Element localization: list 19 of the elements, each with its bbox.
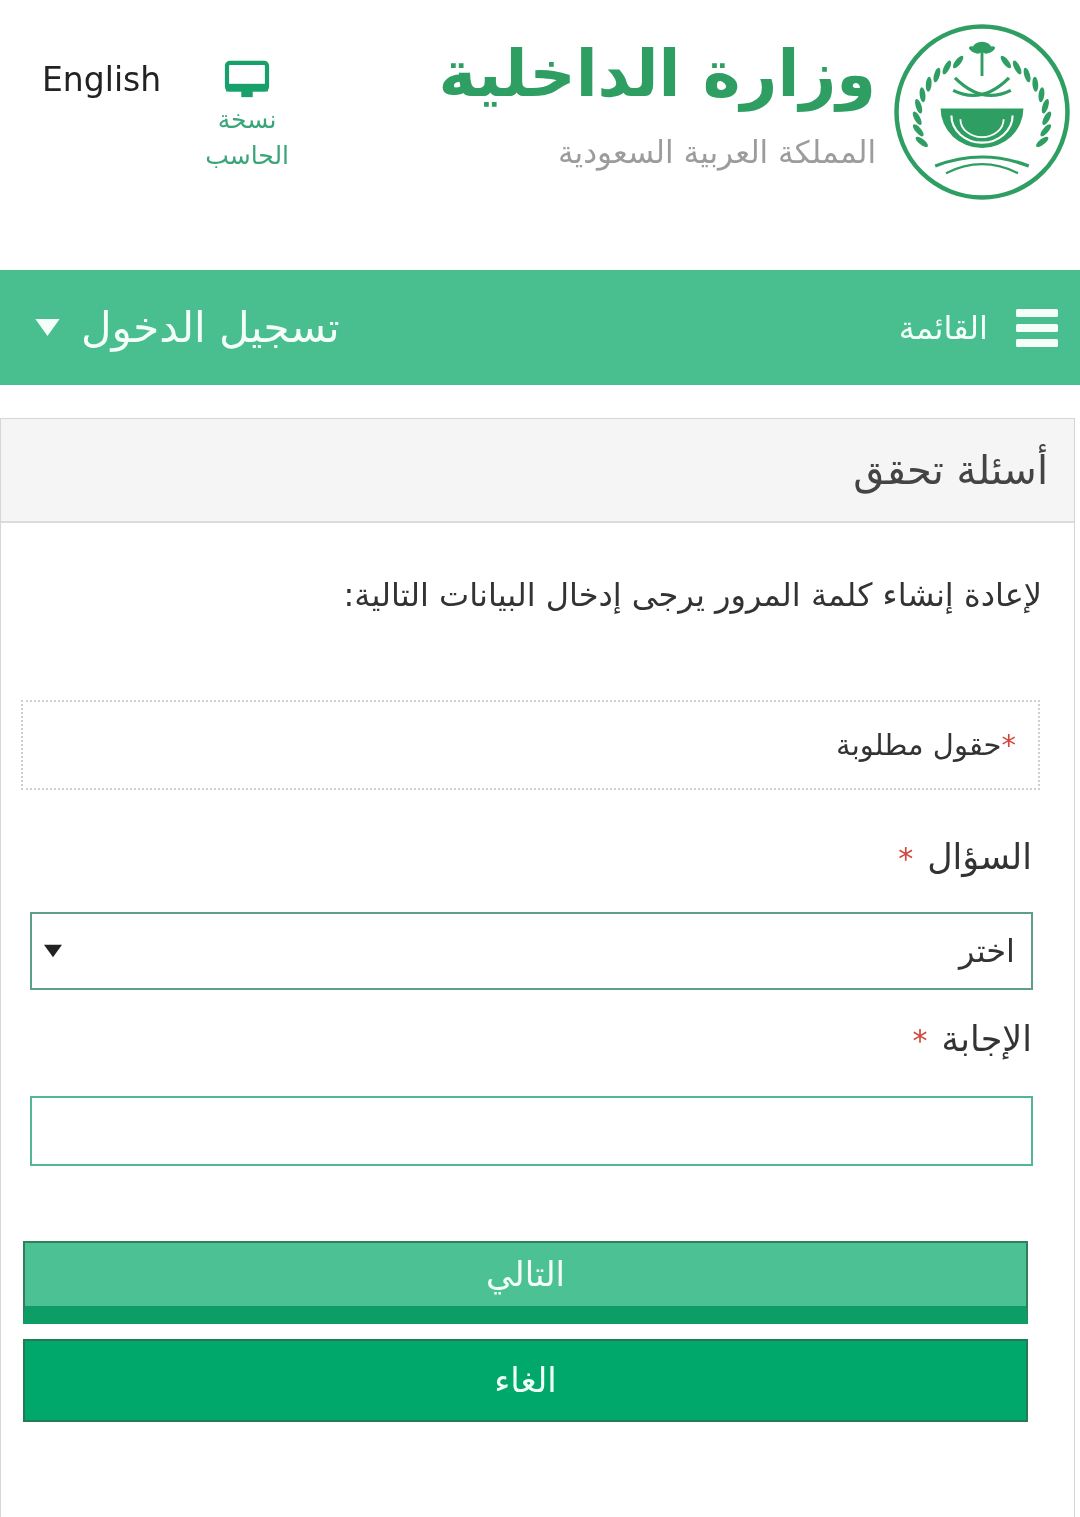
menu-icon xyxy=(1016,308,1058,347)
instruction-text: لإعادة إنشاء كلمة المرور يرجى إدخال البيانات التالية: xyxy=(343,575,1042,615)
login-dropdown[interactable]: تسجيل الدخول xyxy=(34,296,340,359)
answer-field[interactable] xyxy=(30,1096,1033,1166)
monitor-icon xyxy=(224,60,271,100)
field-label: السؤال * xyxy=(898,836,1032,880)
field-label: الإجابة * xyxy=(912,1018,1032,1062)
caret-icon xyxy=(34,319,61,336)
required-fields-note: * حقول مطلوبة xyxy=(836,727,1016,763)
question-select[interactable]: اختر xyxy=(30,912,1033,990)
dropdown-arrow-icon xyxy=(44,944,62,958)
english-language-link[interactable]: English xyxy=(42,60,162,100)
cancel-button[interactable]: الغاء xyxy=(23,1339,1028,1422)
menu-button[interactable]: القائمة xyxy=(898,303,1058,352)
country-name: المملكة العربية السعودية xyxy=(557,133,876,172)
desktop-version-link[interactable]: نسخة الحاسب xyxy=(205,60,289,174)
ministry-name: وزارة الداخلية xyxy=(438,36,876,112)
panel-title: أسئلة تحقق xyxy=(853,445,1048,495)
next-button[interactable]: التالي xyxy=(23,1241,1028,1324)
